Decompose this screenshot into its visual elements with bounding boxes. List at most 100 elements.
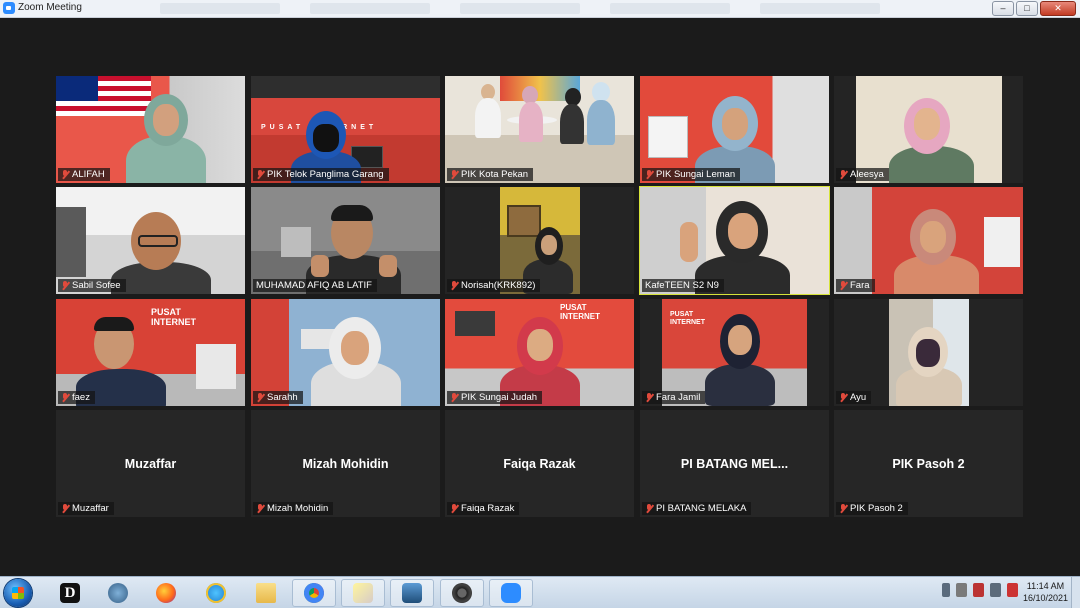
- video-tile-muhamad-afiq-ab-latif[interactable]: MUHAMAD AFIQ AB LATIF: [251, 187, 440, 294]
- video-tile-sarahh[interactable]: Sarahh: [251, 299, 440, 406]
- taskbar-chrome[interactable]: [292, 579, 336, 607]
- muted-mic-icon: [839, 169, 847, 180]
- video-tile-norisah[interactable]: Norisah(KRK892): [445, 187, 634, 294]
- participant-name: PIK Pasoh 2: [850, 503, 903, 514]
- participant-name: Fara Jamil: [656, 392, 701, 403]
- muted-mic-icon: [839, 392, 847, 403]
- participant-name: faez: [72, 392, 90, 403]
- participant-nametag: Aleesya: [836, 168, 889, 181]
- participant-name: PIK Kota Pekan: [461, 169, 529, 180]
- security-tray-icon[interactable]: [973, 583, 984, 597]
- video-tile-fara[interactable]: Fara: [834, 187, 1023, 294]
- video-tile-pik-sungai-judah[interactable]: PUSAT INTERNET PIK Sungai Judah: [445, 299, 634, 406]
- wall-notes: [281, 227, 311, 257]
- participant-nametag: PIK Telok Panglima Garang: [253, 168, 389, 181]
- start-button[interactable]: [4, 579, 32, 607]
- person-face: [914, 108, 940, 140]
- taskbar-file-explorer[interactable]: [244, 579, 288, 607]
- video-tile-fara-jamil[interactable]: PUSAT INTERNET Fara Jamil: [640, 299, 829, 406]
- participant-nametag: Sabil Sofee: [58, 279, 126, 292]
- person-face: [541, 235, 557, 255]
- video-tile-pik-sungai-leman[interactable]: PIK Sungai Leman: [640, 76, 829, 183]
- participant-name: PIK Telok Panglima Garang: [267, 169, 384, 180]
- participant-nametag: PIK Pasoh 2: [836, 502, 908, 515]
- tv-screen: [455, 311, 495, 336]
- video-tile-pik-kota-pekan[interactable]: PIK Kota Pekan: [445, 76, 634, 183]
- pusat-internet-sign: PUSAT INTERNET: [151, 307, 196, 327]
- video-tile-faez[interactable]: PUSAT INTERNET faez: [56, 299, 245, 406]
- video-off-tile-faiqa-razak[interactable]: Faiqa Razak Faiqa Razak: [445, 410, 634, 517]
- participant-nametag: PIK Sungai Leman: [642, 168, 741, 181]
- window-title: Zoom Meeting: [18, 2, 82, 13]
- taskbar-firefox[interactable]: [144, 579, 188, 607]
- participant-nametag: Mizah Mohidin: [253, 502, 334, 515]
- participant-name: Sarahh: [267, 392, 298, 403]
- participant-name: Sabil Sofee: [72, 280, 121, 291]
- video-off-tile-pi-batang-melaka[interactable]: PI BATANG MEL... PI BATANG MELAKA: [640, 410, 829, 517]
- system-clock[interactable]: 11:14 AM 16/10/2021: [1023, 580, 1068, 604]
- muted-mic-icon: [61, 280, 69, 291]
- muted-mic-icon: [61, 169, 69, 180]
- pusat-internet-sign: PUSAT INTERNET: [670, 311, 705, 326]
- clock-date: 16/10/2021: [1022, 593, 1068, 603]
- background-tab[interactable]: [310, 3, 430, 14]
- background-tab[interactable]: [610, 3, 730, 14]
- video-tile-pik-telok-panglima-garang[interactable]: PUSAT INTERNET PIK Telok Panglima Garang: [251, 76, 440, 183]
- taskbar-zoom[interactable]: [489, 579, 533, 607]
- participant-display-name: Mizah Mohidin: [302, 456, 389, 471]
- speaker-icon[interactable]: [956, 583, 967, 597]
- participant-nametag: Fara Jamil: [642, 391, 706, 404]
- taskbar-camera-app[interactable]: [440, 579, 484, 607]
- participant-name: PIK Sungai Leman: [656, 169, 736, 180]
- chrome-icon: [304, 583, 324, 603]
- taskbar-sticky-notes[interactable]: [341, 579, 385, 607]
- video-off-tile-pik-pasoh-2[interactable]: PIK Pasoh 2 PIK Pasoh 2: [834, 410, 1023, 517]
- background-tab[interactable]: [160, 3, 280, 14]
- video-tile-sabil-sofee[interactable]: Sabil Sofee: [56, 187, 245, 294]
- participant-nametag: PIK Kota Pekan: [447, 168, 534, 181]
- participant-display-name: Faiqa Razak: [503, 456, 576, 471]
- participant-nametag: Sarahh: [253, 391, 303, 404]
- video-off-tile-muzaffar[interactable]: Muzaffar Muzaffar: [56, 410, 245, 517]
- video-tile-alifah[interactable]: ALIFAH: [56, 76, 245, 183]
- taskbar-internet-explorer[interactable]: [194, 579, 238, 607]
- taskbar-remote-desktop[interactable]: [390, 579, 434, 607]
- participant-name: Ayu: [850, 392, 867, 403]
- network-icon[interactable]: [990, 583, 1001, 597]
- pusat-internet-sign: PUSAT INTERNET: [560, 303, 600, 321]
- thumbs-up-left: [311, 255, 329, 277]
- action-center-icon[interactable]: [1007, 583, 1018, 597]
- taskbar-security-app[interactable]: [96, 579, 140, 607]
- close-button[interactable]: ✕: [1040, 1, 1076, 16]
- muted-mic-icon: [839, 280, 847, 291]
- muted-mic-icon: [61, 392, 69, 403]
- background-tab[interactable]: [760, 3, 880, 14]
- video-tile-aleesya[interactable]: Aleesya: [834, 76, 1023, 183]
- background-tab[interactable]: [460, 3, 580, 14]
- minimize-button[interactable]: –: [992, 1, 1014, 16]
- show-desktop-button[interactable]: [1071, 577, 1080, 608]
- show-hidden-icons-icon[interactable]: [942, 583, 950, 597]
- video-tile-kafeteen-s2-n9[interactable]: KafeTEEN S2 N9: [639, 186, 830, 295]
- person-body: [519, 102, 543, 142]
- person-face: [728, 325, 752, 355]
- video-off-tile-mizah-mohidin[interactable]: Mizah Mohidin Mizah Mohidin: [251, 410, 440, 517]
- shelf-image: [648, 116, 688, 158]
- person-body: [587, 100, 615, 145]
- person-mask: [313, 124, 339, 152]
- person-hair: [331, 205, 373, 221]
- camera-icon: [452, 583, 472, 603]
- peace-sign-hand: [680, 222, 698, 262]
- taskbar-dictionary-app[interactable]: D: [48, 579, 92, 607]
- participant-name: Faiqa Razak: [461, 503, 515, 514]
- person-face: [728, 213, 758, 249]
- person-face: [153, 104, 179, 136]
- maximize-button[interactable]: □: [1016, 1, 1038, 16]
- participant-name: PIK Sungai Judah: [461, 392, 538, 403]
- video-tile-ayu[interactable]: Ayu: [834, 299, 1023, 406]
- person-face: [920, 221, 946, 253]
- participant-name: Fara: [850, 280, 870, 291]
- participant-name: Muzaffar: [72, 503, 109, 514]
- sticky-notes-icon: [353, 583, 373, 603]
- muted-mic-icon: [839, 503, 847, 514]
